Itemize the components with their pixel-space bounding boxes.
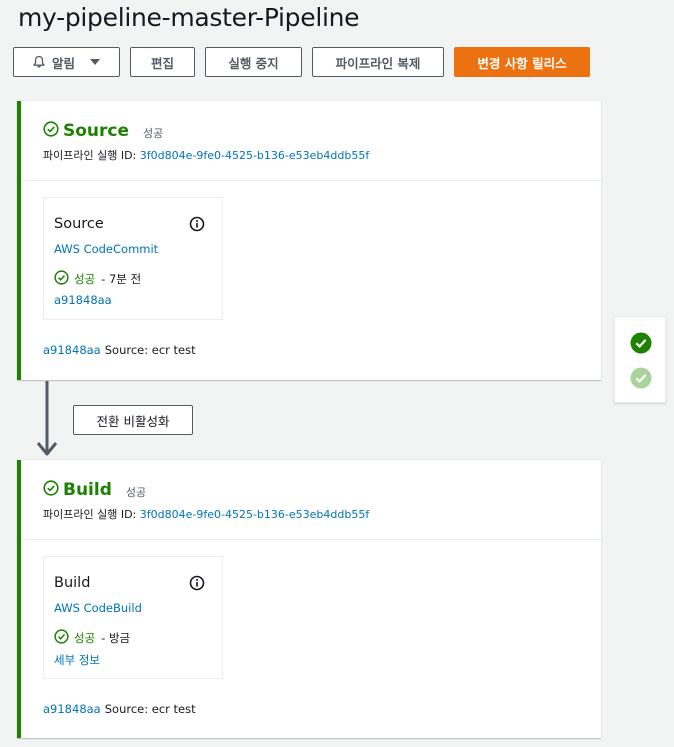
action-commit-link[interactable]: a91848aa bbox=[54, 293, 112, 307]
stop-execution-button[interactable]: 실행 중지 bbox=[205, 47, 302, 77]
action-time: - 방금 bbox=[101, 631, 131, 645]
revision-id-link[interactable]: a91848aa bbox=[43, 343, 101, 357]
edit-button[interactable]: 편집 bbox=[130, 47, 195, 77]
clone-pipeline-button[interactable]: 파이프라인 복제 bbox=[312, 47, 444, 77]
check-circle-icon bbox=[43, 121, 59, 141]
action-card: Build AWS CodeBuild 성공 - 방금 세부 정보 bbox=[43, 556, 223, 679]
revision-info: a91848aa Source: ecr test bbox=[43, 343, 196, 357]
action-provider-link[interactable]: AWS CodeCommit bbox=[54, 242, 158, 256]
execution-id-link[interactable]: 3f0d804e-9fe0-4525-b136-e53eb4ddb55f bbox=[140, 149, 369, 162]
action-name: Build bbox=[54, 575, 91, 591]
stage-name: Build bbox=[63, 480, 112, 500]
stage-source: Source 성공 파이프라인 실행 ID: 3f0d804e-9fe0-452… bbox=[17, 101, 601, 380]
action-status: 성공 - 7분 전 bbox=[54, 270, 141, 288]
stage-status: 성공 bbox=[143, 126, 164, 140]
action-time: - 7분 전 bbox=[101, 272, 142, 286]
revision-text: Source: ecr test bbox=[104, 702, 196, 716]
disable-transition-button[interactable]: 전환 비활성화 bbox=[73, 405, 193, 435]
stage-header: Build 성공 파이프라인 실행 ID: 3f0d804e-9fe0-4525… bbox=[21, 460, 601, 540]
check-circle-icon bbox=[54, 629, 69, 647]
execution-id-prefix: 파이프라인 실행 ID: bbox=[43, 508, 137, 521]
notify-button[interactable]: 알림 bbox=[13, 47, 120, 77]
action-status-text: 성공 bbox=[74, 272, 96, 286]
execution-id-line: 파이프라인 실행 ID: 3f0d804e-9fe0-4525-b136-e53… bbox=[43, 506, 369, 522]
action-name: Source bbox=[54, 216, 104, 232]
info-icon[interactable] bbox=[189, 575, 205, 595]
revision-info: a91848aa Source: ecr test bbox=[43, 702, 196, 716]
page-title: my-pipeline-master-Pipeline bbox=[18, 3, 360, 32]
execution-id-prefix: 파이프라인 실행 ID: bbox=[43, 149, 137, 162]
execution-id-link[interactable]: 3f0d804e-9fe0-4525-b136-e53eb4ddb55f bbox=[140, 508, 369, 521]
stage-complete-icon[interactable] bbox=[630, 367, 652, 393]
arrow-down-icon bbox=[36, 381, 58, 461]
bell-icon bbox=[32, 55, 46, 69]
stage-status: 성공 bbox=[125, 485, 147, 499]
execution-id-line: 파이프라인 실행 ID: 3f0d804e-9fe0-4525-b136-e53… bbox=[43, 147, 369, 163]
stage-header: Source 성공 파이프라인 실행 ID: 3f0d804e-9fe0-452… bbox=[21, 101, 601, 181]
action-card: Source AWS CodeCommit 성공 - 7분 전 a91848aa bbox=[43, 197, 223, 320]
revision-text: Source: ecr test bbox=[104, 343, 196, 357]
action-provider-link[interactable]: AWS CodeBuild bbox=[54, 601, 142, 615]
action-status: 성공 - 방금 bbox=[54, 629, 130, 647]
action-status-text: 성공 bbox=[74, 631, 96, 645]
check-circle-icon bbox=[54, 270, 69, 288]
stage-minimap bbox=[614, 316, 666, 403]
info-icon[interactable] bbox=[189, 216, 205, 236]
action-details-link[interactable]: 세부 정보 bbox=[54, 652, 100, 668]
stage-name: Source bbox=[63, 121, 130, 141]
stage-build: Build 성공 파이프라인 실행 ID: 3f0d804e-9fe0-4525… bbox=[17, 460, 601, 738]
check-circle-icon bbox=[43, 480, 59, 500]
stage-complete-icon[interactable] bbox=[630, 332, 652, 358]
release-change-button[interactable]: 변경 사항 릴리스 bbox=[454, 47, 590, 77]
caret-down-icon bbox=[89, 58, 101, 66]
notify-label: 알림 bbox=[51, 55, 75, 71]
revision-id-link[interactable]: a91848aa bbox=[43, 702, 101, 716]
